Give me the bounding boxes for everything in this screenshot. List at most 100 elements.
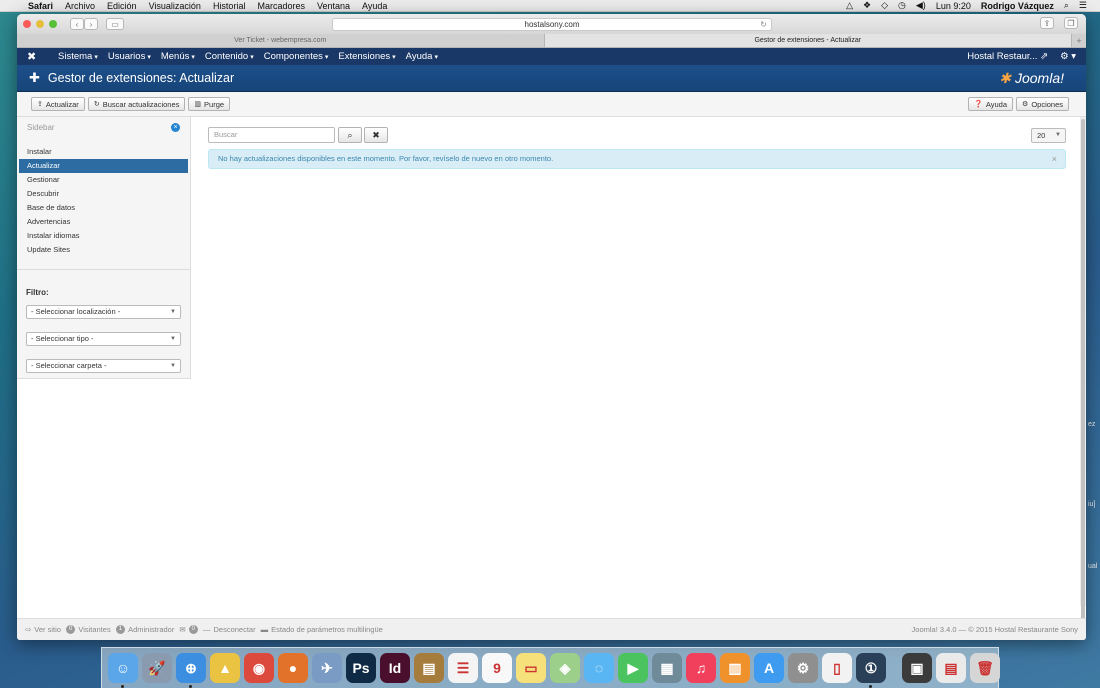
spotlight-icon[interactable]: ⌕ (1059, 0, 1074, 11)
menu-edicion[interactable]: Edición (101, 1, 143, 11)
nav-contenido[interactable]: Contenido ▾ (200, 51, 259, 62)
sidebar-item-gestionar[interactable]: Gestionar (17, 173, 190, 187)
messages-icon[interactable]: ◌ (584, 653, 614, 683)
menu-ayuda[interactable]: Ayuda (356, 1, 393, 11)
share-button[interactable]: ⇪ (1040, 17, 1054, 29)
volume-icon[interactable]: ◀) (911, 0, 931, 11)
sidebar-toggle-icon[interactable]: × (171, 122, 180, 132)
wifi-icon[interactable]: ◇ (876, 0, 893, 11)
sidebar-item-actualizar[interactable]: Actualizar (19, 159, 188, 173)
view-site-link[interactable]: ⇨ Ver sitio (25, 625, 61, 634)
facetime-icon[interactable]: ▶ (618, 653, 648, 683)
notes-icon[interactable]: ▭ (516, 653, 546, 683)
close-window-button[interactable] (23, 20, 31, 28)
nav-usuarios[interactable]: Usuarios ▾ (103, 51, 156, 62)
notification-center-icon[interactable]: ☰ (1074, 0, 1092, 11)
downloads-stack-icon[interactable]: ▣ (902, 653, 932, 683)
tabs-overview-button[interactable]: ❐ (1064, 17, 1078, 29)
chrome-icon[interactable]: ◉ (244, 653, 274, 683)
finder-icon[interactable]: ☺ (108, 653, 138, 688)
trash-icon[interactable]: 🗑 (970, 653, 1000, 683)
nav-sistema[interactable]: Sistema ▾ (53, 51, 103, 62)
settings-menu-icon[interactable]: ⚙ ▾ (1060, 51, 1076, 62)
page-scrollbar[interactable] (1080, 117, 1086, 640)
find-updates-button[interactable]: ↻ Buscar actualizaciones (87, 97, 186, 111)
sidebar-item-instalar[interactable]: Instalar (17, 145, 190, 159)
new-tab-button[interactable]: + (1072, 34, 1086, 47)
page-header: ✚ Gestor de extensiones: Actualizar ✱ Jo… (17, 65, 1086, 92)
sidebar-item-descubrir[interactable]: Descubrir (17, 187, 190, 201)
sidebar-toggle-button[interactable]: ▭ (106, 18, 124, 30)
user-name[interactable]: Rodrigo Vázquez (976, 1, 1059, 11)
menu-visualizacion[interactable]: Visualización (143, 1, 207, 11)
sidebar: Sidebar × Instalar Actualizar Gestionar … (17, 117, 191, 379)
menu-marcadores[interactable]: Marcadores (251, 1, 311, 11)
zoom-window-button[interactable] (49, 20, 57, 28)
firefox-icon[interactable]: ● (278, 653, 308, 683)
itunes-icon[interactable]: ♫ (686, 653, 716, 683)
menu-app-name[interactable]: Safari (22, 1, 59, 11)
documents-stack-icon[interactable]: ▤ (936, 653, 966, 683)
update-button[interactable]: ⇪ Actualizar (31, 97, 85, 111)
list-limit-select[interactable]: 20 ▼ (1031, 127, 1066, 143)
drive-status-icon[interactable]: △ (841, 0, 858, 11)
photoshop-icon[interactable]: Ps (346, 653, 376, 683)
multilang-status-link[interactable]: ▬ Estado de parámetros multilingüe (261, 625, 383, 634)
sidebar-item-update-sites[interactable]: Update Sites (17, 243, 190, 257)
chevron-down-icon: ▼ (1055, 131, 1061, 138)
indesign-icon[interactable]: Id (380, 653, 410, 683)
forward-button[interactable]: › (84, 18, 98, 30)
time-machine-icon[interactable]: ◷ (893, 0, 911, 11)
tab-gestor-extensiones[interactable]: Gestor de extensiones - Actualizar (544, 34, 1072, 47)
launchpad-icon[interactable]: 🚀 (142, 653, 172, 683)
nav-menus[interactable]: Menús ▾ (156, 51, 200, 62)
joomla-logo-icon[interactable]: ✖ (27, 50, 45, 63)
notebook-icon[interactable]: ▤ (414, 653, 444, 683)
help-button[interactable]: ❓ Ayuda (968, 97, 1014, 111)
purge-button[interactable]: ▥ Purge (188, 97, 231, 111)
menu-archivo[interactable]: Archivo (59, 1, 101, 11)
minimize-window-button[interactable] (36, 20, 44, 28)
scrollbar-thumb[interactable] (1081, 119, 1085, 640)
maps-icon[interactable]: ◈ (550, 653, 580, 683)
reminders-icon[interactable]: ☰ (448, 653, 478, 683)
address-bar[interactable]: hostalsony.com ↻ (332, 18, 772, 31)
safari-icon[interactable]: ⊕ (176, 653, 206, 688)
system-preferences-icon[interactable]: ⚙ (788, 653, 818, 683)
sidebar-item-instalar-idiomas[interactable]: Instalar idiomas (17, 229, 190, 243)
options-button[interactable]: ⚙ Opciones (1016, 97, 1069, 111)
location-filter-select[interactable]: - Seleccionar localización - ▼ (26, 305, 181, 319)
dropbox-icon[interactable]: ❖ (858, 0, 876, 11)
ibooks-icon[interactable]: ▥ (720, 653, 750, 683)
site-link[interactable]: Hostal Restaur... ⇗ (967, 51, 1048, 62)
search-input[interactable]: Buscar (208, 127, 335, 143)
sidebar-item-advertencias[interactable]: Advertencias (17, 215, 190, 229)
menu-historial[interactable]: Historial (207, 1, 252, 11)
appstore-icon[interactable]: A (754, 653, 784, 683)
search-button[interactable]: ⌕ (338, 127, 362, 143)
nav-extensiones[interactable]: Extensiones ▾ (333, 51, 400, 62)
photo-icon[interactable]: ▦ (652, 653, 682, 683)
messages-status[interactable]: ✉ 0 (179, 625, 198, 634)
nav-ayuda[interactable]: Ayuda ▾ (401, 51, 443, 62)
nav-componentes[interactable]: Componentes ▾ (259, 51, 334, 62)
status-footer: ⇨ Ver sitio 0 Visitantes 1 Administrador ✉ 0… (17, 618, 1086, 640)
admin-navbar: ✖ Sistema ▾ Usuarios ▾ Menús ▾ Contenido ▾ C… (17, 48, 1086, 65)
sidebar-item-base-de-datos[interactable]: Base de datos (17, 201, 190, 215)
preview-icon[interactable]: ✈ (312, 653, 342, 683)
clear-search-button[interactable]: ✖ (364, 127, 388, 143)
1password-icon[interactable]: ① (856, 653, 886, 688)
drive-icon[interactable]: ▲ (210, 653, 240, 683)
clock[interactable]: Lun 9:20 (931, 1, 976, 11)
calendar-icon[interactable]: 9 (482, 653, 512, 683)
tab-ver-ticket[interactable]: Ver Ticket - webempresa.com (17, 34, 545, 47)
type-filter-select[interactable]: - Seleccionar tipo - ▼ (26, 332, 181, 346)
close-icon[interactable]: × (1052, 150, 1057, 168)
menu-ventana[interactable]: Ventana (311, 1, 356, 11)
document-icon[interactable]: ▯ (822, 653, 852, 683)
back-button[interactable]: ‹ (70, 18, 84, 30)
folder-filter-select[interactable]: - Seleccionar carpeta - ▼ (26, 359, 181, 373)
reload-icon[interactable]: ↻ (760, 19, 767, 30)
logout-link[interactable]: — Desconectar (203, 625, 256, 634)
desktop-text: ual (1088, 563, 1098, 570)
